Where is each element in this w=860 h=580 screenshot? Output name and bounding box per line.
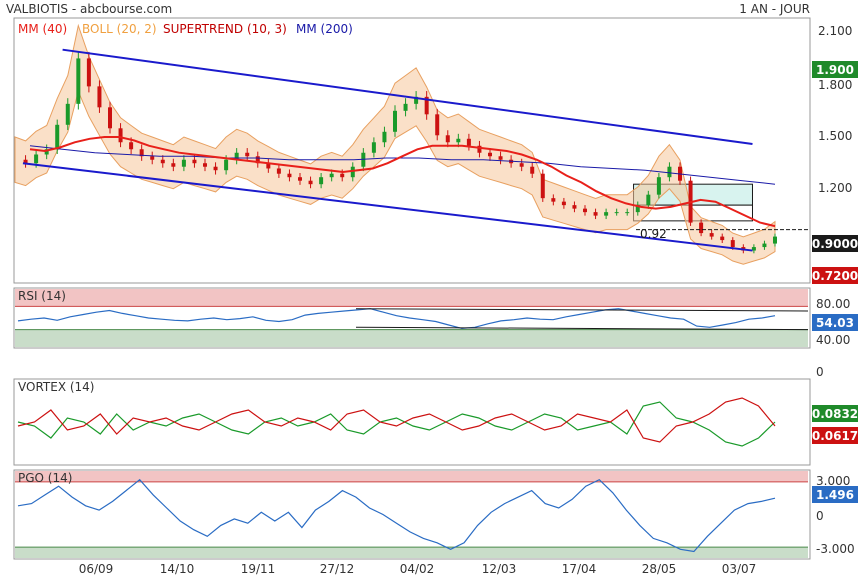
candle-body: [656, 177, 661, 195]
candle-body: [86, 58, 91, 87]
candle-body: [720, 236, 725, 241]
x-tick-label: 03/07: [722, 562, 757, 576]
rsi-y-tick: 0: [816, 365, 824, 379]
pgo-y-tick: -3.000: [816, 542, 855, 556]
candle-body: [466, 138, 471, 146]
candle-body: [583, 208, 587, 213]
pgo-lower-zone: [15, 547, 808, 558]
candle-body: [403, 103, 408, 111]
chart-header-period: 1 AN - JOUR: [739, 2, 810, 16]
legend-boll: BOLL (20, 2): [82, 22, 157, 36]
candle-body: [213, 166, 218, 171]
legend-ma200: MM (200): [296, 22, 353, 36]
candle-body: [192, 159, 197, 164]
candle-body: [540, 173, 545, 199]
candle-body: [65, 103, 70, 125]
candle-body: [224, 159, 229, 171]
candle-body: [762, 243, 767, 248]
candle-body: [667, 166, 672, 178]
candle-body: [55, 124, 60, 150]
candle-body: [298, 177, 302, 181]
candle-body: [150, 156, 155, 160]
candle-body: [530, 166, 535, 174]
x-tick-label: 19/11: [241, 562, 276, 576]
candle-body: [488, 152, 492, 157]
candle-body: [129, 142, 134, 150]
x-tick-label: 04/02: [400, 562, 435, 576]
candle-body: [625, 212, 630, 214]
x-tick-label: 14/10: [160, 562, 195, 576]
price-annotation: 0.92: [640, 227, 667, 241]
pgo-y-tick: 3.000: [816, 474, 850, 488]
pgo-badge-label: 1.496: [816, 488, 854, 502]
pgo-title: PGO (14): [18, 471, 72, 485]
candle-body: [245, 152, 250, 157]
rsi-y-tick: 80.00: [816, 297, 850, 311]
candle-body: [34, 154, 39, 164]
candle-body: [773, 236, 777, 244]
candle-body: [171, 163, 176, 167]
x-tick-label: 28/05: [642, 562, 677, 576]
candle-body: [604, 212, 609, 216]
candle-body: [308, 180, 313, 185]
candle-body: [551, 198, 556, 202]
legend-supertrend: SUPERTREND (10, 3): [163, 22, 287, 36]
candle-body: [614, 212, 619, 214]
candle-body: [572, 205, 577, 209]
candle-body: [709, 233, 714, 237]
price-y-tick: 2.100: [818, 24, 852, 38]
candle-body: [435, 114, 440, 136]
candle-body: [519, 163, 524, 167]
candle-body: [699, 222, 704, 234]
candle-body: [382, 131, 387, 143]
x-tick-label: 17/04: [562, 562, 597, 576]
candle-body: [445, 135, 450, 143]
candle-body: [160, 159, 165, 164]
candle-body: [329, 173, 334, 178]
candle-body: [593, 212, 598, 216]
candle-body: [118, 128, 123, 143]
price-badge-1900-label: 1.900: [816, 63, 854, 77]
candle-body: [646, 194, 651, 206]
pgo-y-tick: 0: [816, 509, 824, 523]
price-y-tick: 1.500: [818, 129, 852, 143]
x-tick-label: 27/12: [320, 562, 355, 576]
candle-body: [181, 159, 186, 167]
price-badge-0720-label: 0.7200: [812, 269, 858, 283]
vortex-title: VORTEX (14): [18, 380, 95, 394]
candle-body: [76, 58, 81, 104]
chart-canvas: VALBIOTIS - abcbourse.com 1 AN - JOUR MM…: [6, 2, 858, 576]
candle-body: [730, 240, 735, 248]
candle-body: [371, 142, 376, 153]
candle-body: [393, 110, 397, 132]
legend-ma40: MM (40): [18, 22, 67, 36]
candle-body: [287, 173, 292, 178]
candle-body: [340, 173, 345, 178]
pgo-upper-zone: [15, 471, 808, 482]
x-tick-label: 06/09: [79, 562, 114, 576]
price-y-tick: 1.800: [818, 78, 852, 92]
rsi-title: RSI (14): [18, 289, 66, 303]
rsi-y-tick: 40.00: [816, 333, 850, 347]
candle-body: [203, 163, 207, 167]
candle-body: [108, 107, 112, 129]
price-badge-0900-label: 0.9000: [812, 237, 858, 251]
vortex-badge-red-label: 0.0617: [812, 429, 858, 443]
candle-body: [319, 177, 324, 185]
rsi-badge-label: 54.03: [816, 316, 854, 330]
pgo-panel-frame: [13, 469, 811, 560]
candle-body: [561, 201, 566, 206]
candle-body: [97, 86, 102, 108]
candle-body: [456, 138, 461, 143]
rsi-overbought-zone: [15, 289, 808, 307]
candle-body: [498, 156, 503, 160]
price-y-tick: 1.200: [818, 181, 852, 195]
candle-body: [276, 168, 281, 174]
vortex-badge-green-label: 0.0832: [812, 407, 858, 421]
chart-header-title: VALBIOTIS - abcbourse.com: [6, 2, 172, 16]
x-tick-label: 12/03: [482, 562, 517, 576]
rsi-oversold-zone: [15, 329, 808, 347]
